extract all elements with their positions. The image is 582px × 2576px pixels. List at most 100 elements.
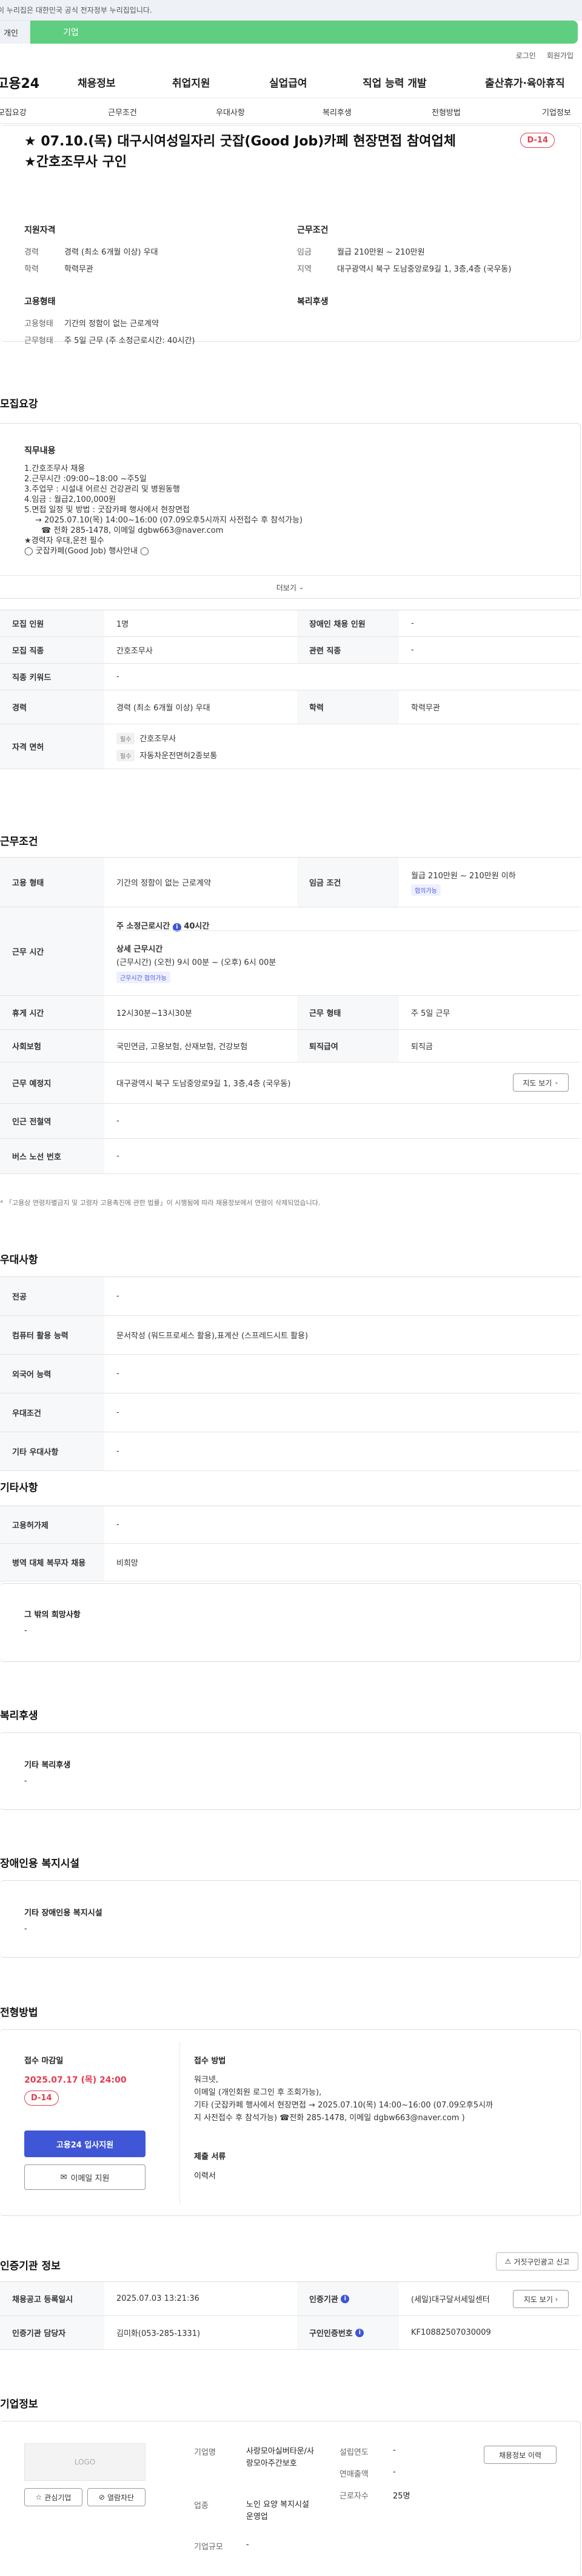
table-row: 버스 노선 번호 - [0, 1139, 581, 1174]
value-cell: - [116, 1292, 119, 1301]
disabled-box-title: 기타 장애인용 복지시설 [24, 1909, 102, 1918]
label: 근무형태 [24, 336, 53, 345]
label: 기업규모 [194, 2543, 223, 2552]
site-logo[interactable]: 고용24 [0, 73, 39, 92]
pref-title: 우대사항 [0, 1254, 38, 1266]
anchor-work[interactable]: 근무조건 [108, 106, 137, 118]
header-cell: 인근 전철역 [0, 1104, 104, 1138]
table-row: 모집 직종 간호조무사 관련 직종 - [0, 637, 581, 664]
label: 학력 [24, 265, 39, 274]
table-row: 경력 경력 (최소 6개월 이상) 우대 학력 학력무관 [0, 690, 581, 724]
anchor-process[interactable]: 전형방법 [432, 106, 461, 118]
more-button[interactable]: 더보기 ⌄ [0, 575, 580, 599]
disabled-box: 기타 장애인용 복지시설 - [0, 1880, 581, 1958]
nav-unemployment[interactable]: 실업급여 [269, 75, 307, 90]
weekly-hours-value: 40시간 [184, 922, 210, 931]
header-cell: 임금 조건 [297, 858, 399, 907]
join-link[interactable]: 회원가입 [547, 50, 574, 61]
license-value: 간호조무사 [139, 734, 176, 744]
favorite-company-button[interactable]: ☆ 관심기업 [24, 2488, 82, 2506]
table-row: 외국어 능력 - [0, 1355, 581, 1393]
tab-business-label: 기업 [63, 28, 79, 38]
map-label: 지도 보기 [523, 2295, 553, 2304]
report-button[interactable]: ⚠ 거짓구인광고 신고 [496, 2252, 578, 2271]
qual-heading: 지원자격 [24, 225, 56, 235]
cond-heading: 근무조건 [297, 225, 329, 235]
duty-line: 2.근무시간 :09:00~18:00 ~주5일 [24, 475, 147, 484]
wage-value: 월급 210만원 ~ 210만원 이하 [411, 871, 516, 881]
table-row: 우대조건 - [0, 1393, 581, 1432]
method-line: 지 사전접수 후 참석가능) ☎전화 285-1478, 이메일 dgbw663… [194, 2114, 465, 2123]
tab-personal[interactable]: 개인 [0, 21, 30, 44]
negotiable-tag: 협의가능 [411, 884, 441, 896]
header-cell: 학력 [297, 690, 399, 724]
table-row: 근무 시간 주 소정근로시간 i 40시간 상세 근무시간 (근무시간) (오전… [0, 907, 581, 996]
gov-notice-text: 이 누리집은 대한민국 공식 전자정부 누리집입니다. [0, 6, 152, 15]
label: 임금 [297, 248, 312, 257]
header-cell: 근무 예정지 [0, 1063, 104, 1103]
welfare-box-value: - [24, 1777, 27, 1786]
weekly-hours-label: 주 소정근로시간 [116, 922, 170, 931]
duty-content: 1.간호조무사 채용 2.근무시간 :09:00~18:00 ~주5일 3.주업… [24, 464, 303, 556]
table-row: 휴게 시간 12시30분~13시30분 근무 형태 주 5일 근무 [0, 996, 581, 1030]
company-size: - [246, 2540, 249, 2549]
header-cell: 전공 [0, 1277, 104, 1315]
value-cell: 대구광역시 북구 도남중앙로9길 1, 3층,4층 (국우동) [116, 1079, 291, 1089]
header-cell: 모집 인원 [0, 610, 104, 636]
header-cell: 버스 노선 번호 [0, 1139, 104, 1173]
company-sales: - [393, 2468, 396, 2477]
value-cell: - [116, 1116, 119, 1126]
method-line: 워크넷, [194, 2075, 219, 2084]
gov-notice-bar: 이 누리집은 대한민국 공식 전자정부 누리집입니다. [0, 0, 582, 21]
apply-button[interactable]: 고용24 입사지원 [24, 2131, 146, 2157]
section-anchor-nav: 모집요강 근무조건 우대사항 복리후생 전형방법 기업정보 [0, 98, 582, 124]
table-row: 고용 형태 기간의 정함이 없는 근로계약 임금 조건 월급 210만원 ~ 2… [0, 858, 581, 907]
value: 월급 210만원 ~ 210만원 [337, 248, 425, 257]
job-history-button[interactable]: 채용정보 이력 [484, 2446, 557, 2464]
info-icon[interactable]: i [355, 2328, 364, 2337]
anchor-recruit[interactable]: 모집요강 [0, 106, 27, 118]
anchor-company[interactable]: 기업정보 [542, 106, 571, 118]
deadline-value: 2025.07.17 (목) 24:00 [24, 2075, 127, 2085]
utility-links: 로그인 회원가입 [0, 44, 582, 67]
hope-box: 그 밖의 희망사항 - [0, 1583, 581, 1662]
tab-business[interactable]: 기업 [30, 21, 578, 44]
tab-personal-label: 개인 [4, 28, 18, 38]
value-cell: 1명 [116, 620, 129, 629]
duty-line: → 2025.07.10(목) 14:00~16:00 (07.09오후5시까지… [35, 516, 303, 525]
value-cell: - [116, 1152, 119, 1161]
welfare-box-title: 기타 복리후생 [24, 1761, 71, 1770]
header-cell: 모집 직종 [0, 637, 104, 663]
map-button[interactable]: 지도 보기 ⌄ [513, 1073, 569, 1092]
hours-negotiable-tag: 근무시간 협의가능 [116, 972, 170, 983]
recruit-table: 모집 인원 1명 장애인 채용 인원 - 모집 직종 간호조무사 관련 직종 -… [0, 610, 581, 769]
hope-value: - [24, 1626, 27, 1635]
label: 경력 [24, 248, 39, 257]
header-cell: 외국어 능력 [0, 1355, 104, 1393]
nav-training[interactable]: 직업 능력 개발 [363, 75, 427, 90]
value-cell: 2025.07.03 13:21:36 [116, 2294, 199, 2303]
cert-map-button[interactable]: 지도 보기 › [513, 2290, 569, 2308]
nav-employment-support[interactable]: 취업지원 [172, 75, 210, 90]
nav-parental-leave[interactable]: 출산휴가·육아휴직 [485, 75, 565, 90]
email-apply-button[interactable]: ✉ 이메일 지원 [24, 2164, 146, 2190]
duty-line: 1.간호조무사 채용 [24, 464, 85, 473]
value-cell: - [116, 1408, 119, 1417]
value: 기간의 정함이 없는 근로계약 [64, 319, 159, 329]
work-title: 근무조건 [0, 836, 38, 848]
value-cell: - [116, 672, 119, 681]
login-link[interactable]: 로그인 [516, 50, 536, 61]
duty-line: 4.임금 : 월급2,100,000원 [24, 495, 116, 504]
header-cell: 고용허가제 [0, 1506, 104, 1543]
required-tag: 필수 [116, 732, 135, 744]
block-view-button[interactable]: ⊘ 열람차단 [87, 2488, 146, 2506]
report-label: 거짓구인광고 신고 [513, 2257, 570, 2266]
nav-jobs[interactable]: 채용정보 [78, 75, 116, 90]
info-icon[interactable]: i [341, 2294, 350, 2303]
anchor-welfare[interactable]: 복리후생 [323, 106, 352, 118]
docs-title: 제출 서류 [194, 2152, 226, 2161]
table-row: 모집 인원 1명 장애인 채용 인원 - [0, 610, 581, 637]
label: 기업명 [194, 2448, 216, 2457]
hope-title: 그 밖의 희망사항 [24, 1610, 81, 1620]
anchor-pref[interactable]: 우대사항 [216, 106, 245, 118]
